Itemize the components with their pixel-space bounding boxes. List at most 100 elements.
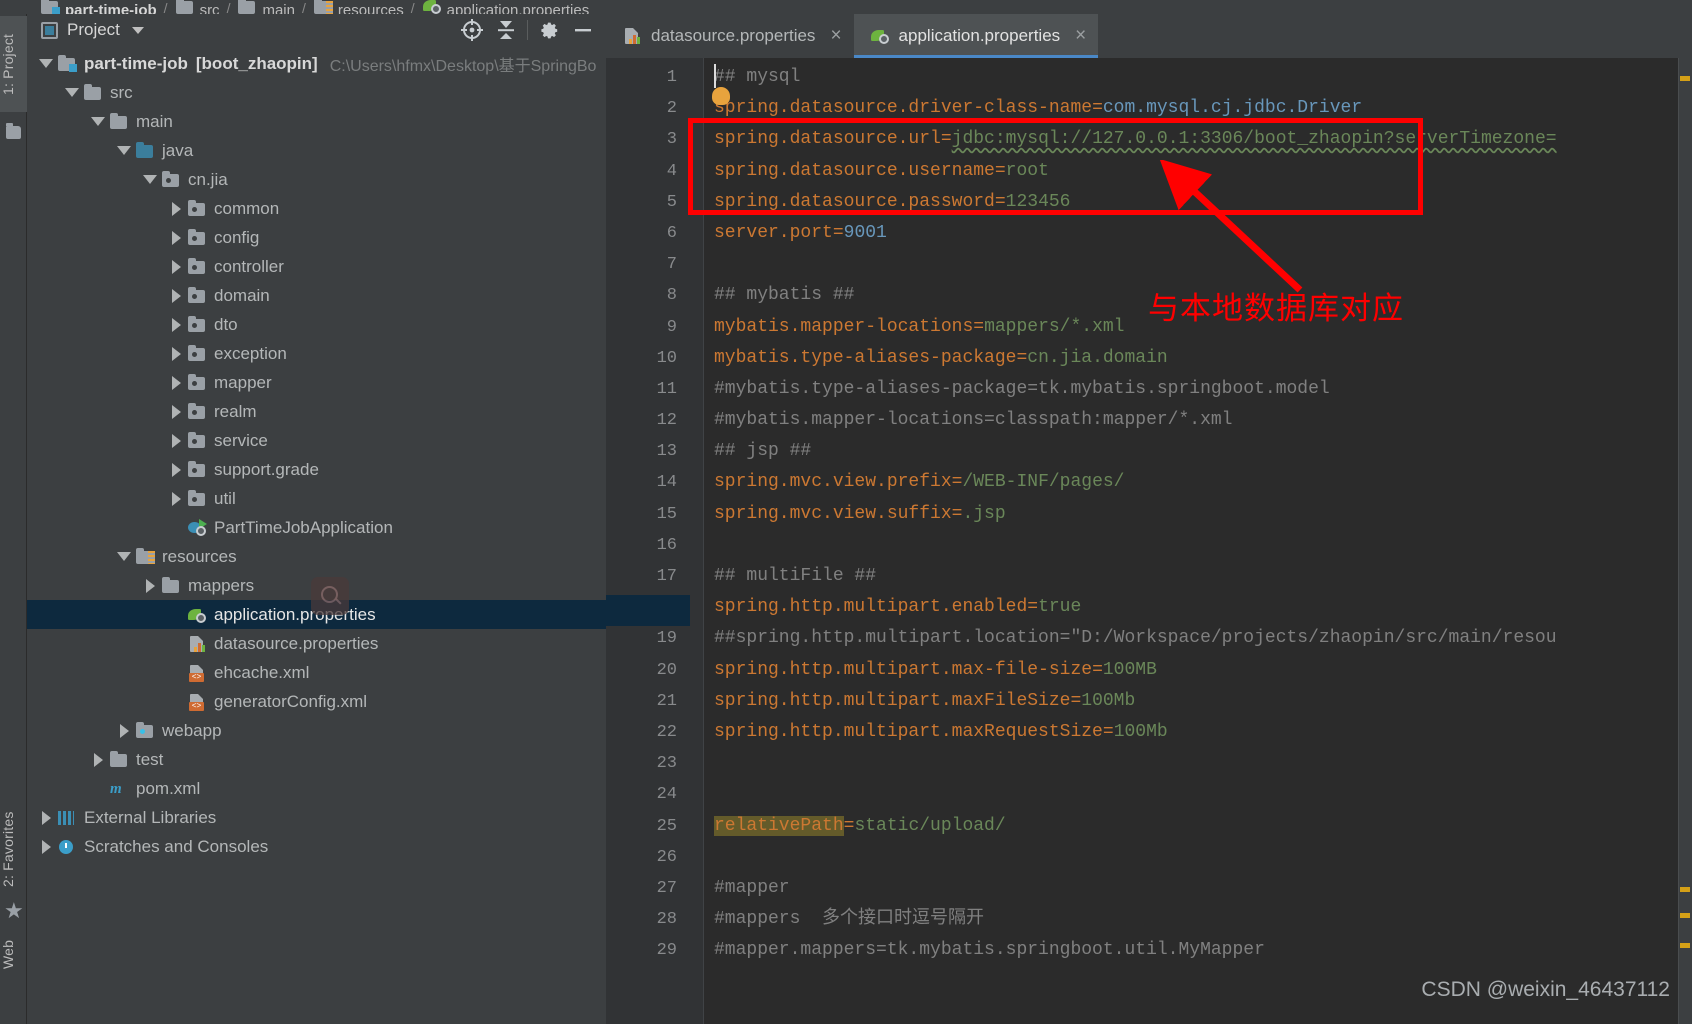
tree-item-mapper[interactable]: mapper (27, 368, 606, 397)
chevron-down-icon[interactable] (35, 59, 57, 68)
property-equals: = (1092, 98, 1103, 119)
chevron-right-icon[interactable] (113, 723, 135, 738)
property-value: jdbc:mysql://127.0.0.1:3306/boot_zhaopin… (951, 129, 1557, 150)
code-comment: #mapper (714, 877, 790, 898)
marker-stripe[interactable] (1680, 943, 1690, 948)
chevron-right-icon[interactable] (165, 201, 187, 216)
tree-item-generatorconfig-xml[interactable]: <> generatorConfig.xml (27, 687, 606, 716)
chevron-right-icon[interactable] (165, 491, 187, 506)
chevron-right-icon[interactable] (35, 839, 57, 854)
line-number: 7 (666, 255, 677, 275)
tree-item-scratches-and-consoles[interactable]: Scratches and Consoles (27, 832, 606, 861)
chevron-down-icon[interactable] (61, 88, 83, 97)
breadcrumb-item-main[interactable]: main (237, 0, 295, 14)
marker-stripe[interactable] (1680, 913, 1690, 918)
chevron-down-icon[interactable] (131, 26, 144, 34)
property-equals: = (1027, 597, 1039, 618)
chevron-right-icon[interactable] (165, 404, 187, 419)
line-number: 23 (656, 754, 677, 774)
tree-item-realm[interactable]: realm (27, 397, 606, 426)
tree-item-main[interactable]: main (27, 107, 606, 136)
chevron-down-icon[interactable] (113, 552, 135, 561)
chevron-right-icon[interactable] (165, 346, 187, 361)
breadcrumb-item-part-time-job[interactable]: part-time-job (40, 0, 157, 14)
source-folder-icon (135, 142, 155, 159)
tree-item-datasource-properties[interactable]: datasource.properties (27, 629, 606, 658)
tree-item-common[interactable]: common (27, 194, 606, 223)
tree-item-label: service (214, 430, 268, 450)
chevron-right-icon[interactable] (165, 462, 187, 477)
chevron-down-icon[interactable] (113, 146, 135, 155)
package-icon (187, 490, 207, 507)
code-comment: ## multiFile ## (714, 566, 877, 586)
chevron-down-icon[interactable] (87, 117, 109, 126)
property-value: mappers/*.xml (984, 316, 1125, 337)
tree-item-domain[interactable]: domain (27, 281, 606, 310)
property-value: 100MB (1102, 659, 1157, 680)
close-icon[interactable]: × (1075, 26, 1086, 45)
chevron-right-icon[interactable] (165, 317, 187, 332)
breadcrumb-item-src[interactable]: src (175, 0, 220, 14)
sidebar-item-favorites[interactable]: 2: Favorites (0, 794, 27, 904)
tree-item-cn-jia[interactable]: cn.jia (27, 165, 606, 194)
tree-item-pom-xml[interactable]: m pom.xml (27, 774, 606, 803)
property-equals: = (832, 222, 844, 243)
collapse-all-icon[interactable] (489, 15, 523, 45)
intention-bulb-icon[interactable] (712, 87, 730, 105)
tree-item-label: application.properties (214, 604, 376, 624)
code-folding-strip[interactable] (690, 58, 704, 1024)
chevron-right-icon[interactable] (87, 752, 109, 767)
tree-item-util[interactable]: util (27, 484, 606, 513)
spring-properties-icon (422, 0, 442, 14)
chevron-right-icon[interactable] (35, 810, 57, 825)
tree-item-label: exception (214, 343, 287, 363)
xml-file-icon: <> (187, 693, 207, 711)
tree-item-label: mappers (188, 575, 255, 595)
chevron-right-icon[interactable] (165, 259, 187, 274)
chevron-right-icon[interactable] (165, 288, 187, 303)
tree-item-label: ehcache.xml (214, 662, 310, 682)
tree-item-parttimejobapplication[interactable]: PartTimeJobApplication (27, 513, 606, 542)
line-number: 6 (666, 223, 677, 243)
chevron-right-icon[interactable] (165, 230, 187, 245)
tree-item-java[interactable]: java (27, 136, 606, 165)
tree-item-ehcache-xml[interactable]: <> ehcache.xml (27, 658, 606, 687)
editor-tab-application-properties[interactable]: application.properties × (853, 14, 1099, 58)
breadcrumb-item-application-properties[interactable]: application.properties (422, 0, 589, 14)
line-number: 25 (656, 816, 677, 836)
tree-item-test[interactable]: test (27, 745, 606, 774)
tree-item-external-libraries[interactable]: External Libraries (27, 803, 606, 832)
locate-icon[interactable] (455, 15, 489, 45)
error-marker-bar[interactable] (1678, 58, 1692, 1024)
tree-item-config[interactable]: config (27, 223, 606, 252)
tree-item-webapp[interactable]: webapp (27, 716, 606, 745)
minimize-icon[interactable] (566, 15, 600, 45)
tree-item-dto[interactable]: dto (27, 310, 606, 339)
gear-icon[interactable] (532, 15, 566, 45)
folder-icon (237, 0, 257, 14)
project-tab-label: 1: Project (0, 33, 16, 95)
chevron-right-icon[interactable] (165, 375, 187, 390)
marker-stripe[interactable] (1680, 76, 1690, 81)
tree-item-support-grade[interactable]: support.grade (27, 455, 606, 484)
tree-item-exception[interactable]: exception (27, 339, 606, 368)
chevron-down-icon[interactable] (139, 175, 161, 184)
close-icon[interactable]: × (830, 26, 841, 45)
sidebar-item-project[interactable]: 1: Project (0, 16, 27, 112)
tree-item-src[interactable]: src (27, 78, 606, 107)
sidebar-item-web[interactable]: Web (0, 926, 27, 982)
favorites-tab-label: 2: Favorites (0, 811, 16, 887)
chevron-right-icon[interactable] (139, 578, 161, 593)
tree-item-service[interactable]: service (27, 426, 606, 455)
search-icon[interactable] (311, 577, 349, 615)
tree-item-resources[interactable]: resources (27, 542, 606, 571)
tree-item-part-time-job[interactable]: part-time-job [boot_zhaopin] C:\Users\hfmx… (27, 49, 606, 78)
tree-item-label: External Libraries (84, 807, 217, 827)
chevron-right-icon[interactable] (165, 433, 187, 448)
editor-tab-datasource-properties[interactable]: datasource.properties × (606, 14, 854, 58)
breadcrumb-item-resources[interactable]: resources (313, 0, 404, 14)
tree-item-controller[interactable]: controller (27, 252, 606, 281)
marker-stripe[interactable] (1680, 887, 1690, 892)
property-value: /WEB-INF/pages/ (962, 472, 1125, 493)
